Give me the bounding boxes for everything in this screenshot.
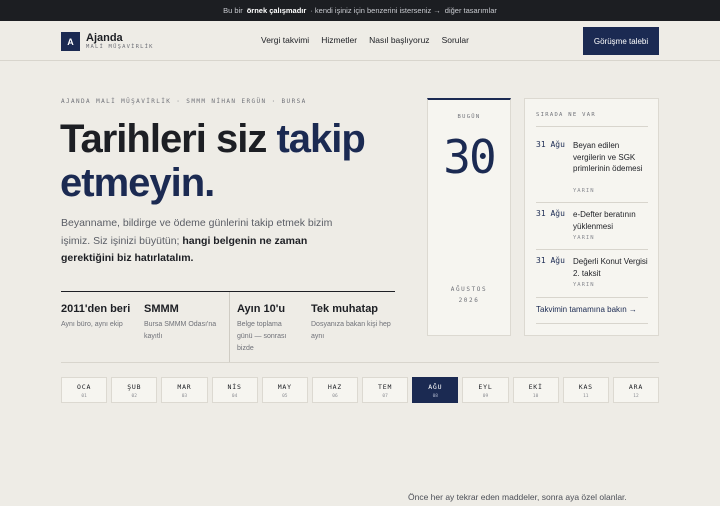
announcement-bold: örnek çalışmadır <box>246 6 307 15</box>
upcoming-item[interactable]: 31 Ağu Değerli Konut Vergisi 2. taksit Y… <box>536 256 648 291</box>
divider <box>536 202 648 203</box>
logo-mark[interactable]: A <box>61 32 80 51</box>
month-name: HAZ <box>327 383 343 391</box>
stat-single-contact: Tek muhatap Dosyanıza bakan kişi hep ayn… <box>311 292 395 362</box>
stat-desc: Belge toplama günü — sonrası bizde <box>237 321 287 352</box>
site-header: A Ajanda MALİ MÜŞAVİRLİK Vergi takvimi H… <box>0 21 720 61</box>
upcoming-item[interactable]: 31 Ağu e-Defter beratının yüklenmesi YAR… <box>536 209 648 244</box>
menu-item-how-we-start[interactable]: Nasıl başlıyoruz <box>369 35 429 45</box>
announcement-mid: · kendi işiniz için benzerini isterseniz… <box>310 6 441 15</box>
announcement-bar: Bu bir örnek çalışmadır · kendi işiniz i… <box>0 0 720 21</box>
divider <box>536 126 648 127</box>
headline-part-3: etmeyin. <box>60 161 215 205</box>
month-tab[interactable]: KAS 11 <box>562 377 609 403</box>
month-name: ARA <box>628 383 644 391</box>
month-name: MAY <box>277 383 292 391</box>
full-calendar-link[interactable]: Takvimin tamamına bakın → <box>536 305 637 314</box>
other-designs-link[interactable]: diğer tasarımlar <box>445 6 497 15</box>
menu-item-services[interactable]: Hizmetler <box>321 35 357 45</box>
month-tab[interactable]: MAR 03 <box>161 377 208 403</box>
meeting-request-button[interactable]: Görüşme talebi <box>583 27 659 55</box>
upcoming-title: Beyan edilen vergilerin ve SGK primlerin… <box>573 141 643 173</box>
month-index: 10 <box>532 394 539 399</box>
menu-item-tax-calendar[interactable]: Vergi takvimi <box>261 35 309 45</box>
today-month: AĞUSTOS <box>450 286 488 293</box>
month-index: 01 <box>81 394 87 399</box>
month-name: EYL <box>478 383 493 391</box>
stat-tenth: Ayın 10'u Belge toplama günü — sonrası b… <box>237 292 307 362</box>
brand-subtitle: MALİ MÜŞAVİRLİK <box>86 44 154 50</box>
headline-part-1: Tarihleri siz <box>60 117 277 161</box>
month-name: AĞU <box>428 383 443 391</box>
month-index: 05 <box>282 394 288 399</box>
stat-desc: Aynı büro, aynı ekip <box>61 321 123 328</box>
upcoming-tag: YARIN <box>573 188 595 194</box>
upcoming-date: 31 Ağu <box>536 140 565 149</box>
month-tab[interactable]: HAZ 06 <box>311 377 359 403</box>
today-label: BUGÜN <box>457 114 481 120</box>
month-tab[interactable]: MAY 05 <box>261 377 308 403</box>
month-index: 12 <box>633 394 639 399</box>
stat-title: Tek muhatap <box>311 303 379 315</box>
stat-smmm: SMMM Bursa SMMM Odası'na kayıtlı <box>144 292 228 362</box>
upcoming-tag: YARIN <box>573 235 595 241</box>
brand-name[interactable]: Ajanda <box>86 32 123 44</box>
stat-desc: Dosyanıza bakan kişi hep aynı <box>311 321 391 340</box>
month-name: EKİ <box>528 383 543 391</box>
month-index: 06 <box>332 394 338 399</box>
today-day: 30 <box>443 130 496 184</box>
upcoming-date: 31 Ağu <box>536 209 565 218</box>
month-index: 07 <box>382 394 388 399</box>
announcement-text: Bu bir <box>223 6 243 15</box>
upcoming-card: SIRADA NE VAR 31 Ağu Beyan edilen vergil… <box>524 98 659 336</box>
headline-accent: takip <box>276 117 365 161</box>
month-name: MAR <box>177 383 192 391</box>
divider <box>61 362 659 363</box>
stat-title: Ayın 10'u <box>237 303 286 315</box>
month-tab[interactable]: EYL 09 <box>462 377 509 403</box>
today-card: BUGÜN 30 AĞUSTOS 2026 <box>427 98 511 336</box>
month-index: 04 <box>231 394 238 399</box>
stats-row: 2011'den beri Aynı büro, aynı ekip SMMM … <box>61 291 395 362</box>
month-name: TEM <box>378 383 393 391</box>
upcoming-title: Değerli Konut Vergisi 2. taksit <box>573 257 648 278</box>
today-year: 2026 <box>458 297 480 304</box>
upcoming-item[interactable]: 31 Ağu Beyan edilen vergilerin ve SGK pr… <box>536 140 648 198</box>
month-name: KAS <box>578 383 593 391</box>
schedule-footnote: Önce her ay tekrar eden maddeler, sonra … <box>408 492 627 502</box>
hero-eyebrow: AJANDA MALİ MÜŞAVİRLİK · SMMM NİHAN ERGÜ… <box>61 98 307 105</box>
upcoming-tag: YARIN <box>573 282 595 288</box>
stat-title: 2011'den beri <box>61 303 131 315</box>
month-tab[interactable]: ŞUB 02 <box>111 377 158 403</box>
stat-since: 2011'den beri Aynı büro, aynı ekip <box>61 292 141 362</box>
month-selector: OCA 01 ŞUB 02 MAR 03 NİS 04 MAY 05 HAZ 06 TEM 0… <box>61 377 660 403</box>
month-name: NİS <box>227 383 242 391</box>
month-tab[interactable]: TEM 07 <box>362 377 409 403</box>
stat-desc: Bursa SMMM Odası'na kayıtlı <box>144 321 217 340</box>
month-name: OCA <box>77 383 92 391</box>
month-index: 09 <box>482 394 489 399</box>
month-index: 02 <box>131 394 137 399</box>
month-tab[interactable]: NİS 04 <box>211 377 258 403</box>
month-tab[interactable]: AĞU 08 <box>412 377 459 403</box>
divider <box>536 323 648 324</box>
hero-headline: Tarihleri siz takip etmeyin. <box>60 117 420 205</box>
month-index: 11 <box>583 394 589 399</box>
month-tab[interactable]: EKİ 10 <box>512 377 559 403</box>
menu-item-faq[interactable]: Sorular <box>442 35 469 45</box>
hero-intro: Beyanname, bildirge ve ödeme günlerini t… <box>61 215 361 268</box>
upcoming-header: SIRADA NE VAR <box>536 112 596 118</box>
upcoming-date: 31 Ağu <box>536 256 565 265</box>
month-tab[interactable]: ARA 12 <box>612 377 660 403</box>
upcoming-title: e-Defter beratının yüklenmesi <box>573 210 636 231</box>
stat-title: SMMM <box>144 303 179 315</box>
main-menu: Vergi takvimi Hizmetler Nasıl başlıyoruz… <box>261 35 469 45</box>
month-index: 03 <box>181 394 188 399</box>
divider <box>536 297 648 298</box>
divider <box>536 249 648 250</box>
month-name: ŞUB <box>127 383 142 391</box>
month-index: 08 <box>432 394 438 399</box>
month-tab[interactable]: OCA 01 <box>61 377 108 403</box>
stats-divider <box>229 292 230 362</box>
